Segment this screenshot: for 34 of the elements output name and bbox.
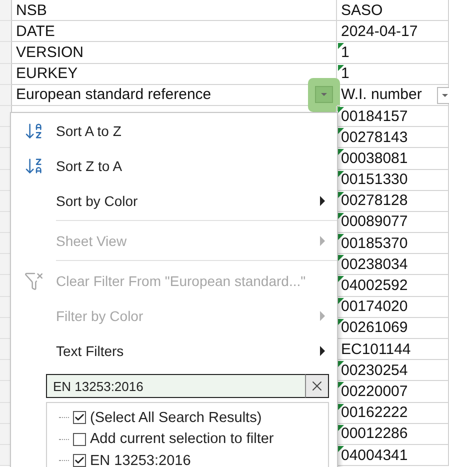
checkbox[interactable] [73, 411, 86, 424]
row-header [0, 21, 12, 42]
sort-ascending-icon [24, 120, 44, 140]
tree-line [59, 460, 69, 462]
menu-item[interactable]: Sort A to Z [56, 122, 122, 138]
search-field[interactable]: EN 13253:2016 [46, 374, 305, 398]
filter-dropdown-button[interactable] [308, 78, 340, 112]
column-header: European standard reference [16, 86, 212, 104]
checkbox-label[interactable]: Add current selection to filter [90, 431, 274, 448]
checkbox-label[interactable]: EN 13253:2016 [90, 452, 191, 467]
row-header [0, 64, 12, 85]
table-cell: DATE [12, 21, 337, 42]
checkbox-label[interactable]: (Select All Search Results) [90, 410, 262, 426]
menu-item[interactable]: Sort by Color [56, 192, 138, 208]
table-cell: SASO [337, 0, 449, 22]
error-indicator-icon [338, 64, 344, 71]
sort-descending-icon [24, 156, 44, 176]
tree-line [59, 438, 69, 440]
column-header: W.I. number [341, 86, 422, 104]
filter-clear-icon [24, 270, 44, 290]
menu-item[interactable]: Text Filters [56, 342, 124, 358]
row-header [0, 0, 12, 22]
table-cell: 1 [337, 42, 449, 64]
tree-line [59, 417, 69, 418]
checkbox[interactable] [73, 432, 86, 446]
row-header [0, 42, 12, 64]
checkbox[interactable] [73, 454, 86, 467]
table-cell: 2024-04-17 [337, 21, 449, 42]
menu-item[interactable]: Sort Z to A [56, 158, 122, 174]
table-cell: NSB [12, 0, 337, 22]
table-cell: VERSION [12, 42, 337, 64]
close-button[interactable] [305, 374, 329, 398]
error-indicator-icon [338, 43, 344, 50]
filter-dropdown-button[interactable] [437, 86, 449, 104]
